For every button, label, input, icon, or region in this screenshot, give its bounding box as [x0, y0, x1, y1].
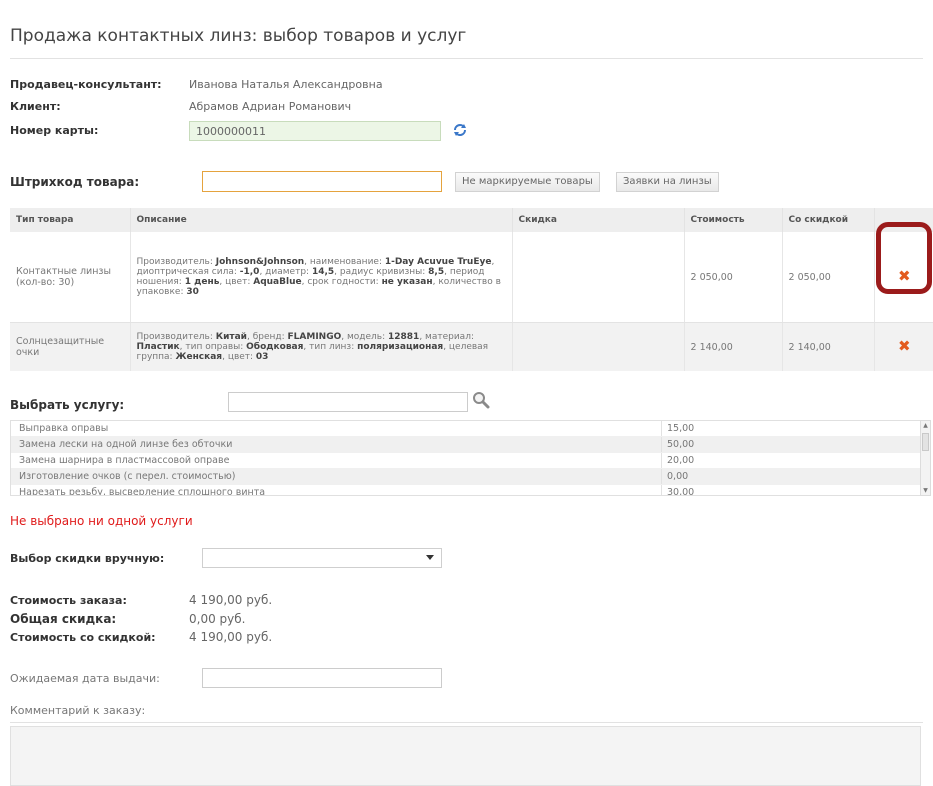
delivery-date-input[interactable] — [202, 668, 442, 688]
product-discounted-price: 2 050,00 — [782, 232, 875, 323]
card-number-field[interactable] — [189, 121, 441, 141]
card-label: Номер карты: — [10, 124, 99, 137]
product-price: 2 050,00 — [684, 232, 783, 323]
no-service-message: Не выбрано ни одной услуги — [10, 514, 193, 528]
comment-divider — [10, 722, 923, 723]
comment-label: Комментарий к заказу: — [10, 704, 146, 717]
service-name: Изготовление очков (с перел. стоимостью) — [19, 471, 236, 482]
product-description: Производитель: Китай, бренд: FLAMINGO, м… — [130, 322, 513, 371]
total-discount-value: 0,00 руб. — [189, 612, 246, 626]
product-discount — [512, 322, 685, 371]
product-price: 2 140,00 — [684, 322, 783, 371]
title-divider — [10, 58, 923, 59]
barcode-label: Штрихкод товара: — [10, 175, 140, 189]
service-price: 20,00 — [667, 455, 695, 466]
services-list: Выправка оправы 15,00 Замена лески на одн… — [10, 420, 920, 496]
product-description: Производитель: Johnson&Johnson, наименов… — [130, 232, 513, 323]
table-header-row: Тип товара Описание Скидка Стоимость Со … — [10, 208, 933, 232]
list-item[interactable]: Изготовление очков (с перел. стоимостью)… — [11, 469, 920, 485]
table-row: Контактные линзы (кол-во: 30) Производит… — [10, 232, 933, 323]
service-price: 30,00 — [667, 487, 695, 496]
discounted-cost-value: 4 190,00 руб. — [189, 630, 273, 644]
order-cost-label: Стоимость заказа: — [10, 594, 127, 607]
delete-highlight-frame — [876, 222, 932, 294]
total-discount-label: Общая скидка: — [10, 612, 117, 626]
product-type: Контактные линзы (кол-во: 30) — [10, 232, 131, 323]
service-search-input[interactable] — [228, 392, 468, 412]
services-scrollbar[interactable]: ▲ ▼ — [920, 420, 931, 496]
list-item[interactable]: Замена шарнира в пластмассовой оправе 20,… — [11, 453, 920, 469]
header-discount: Скидка — [512, 208, 685, 232]
service-name: Замена лески на одной линзе без обточки — [19, 439, 233, 450]
discount-select[interactable] — [202, 548, 442, 568]
seller-label: Продавец-консультант: — [10, 78, 162, 91]
scroll-down-icon[interactable]: ▼ — [921, 487, 930, 494]
delete-cross-icon[interactable]: ✖ — [898, 338, 911, 353]
client-label: Клиент: — [10, 100, 61, 113]
product-discount — [512, 232, 685, 323]
service-price: 15,00 — [667, 423, 695, 434]
discounted-cost-label: Стоимость со скидкой: — [10, 631, 156, 644]
service-price: 0,00 — [667, 471, 689, 482]
comment-textarea[interactable] — [10, 726, 921, 786]
product-type: Солнцезащитные очки — [10, 322, 131, 371]
list-item[interactable]: Нарезать резьбу, высверление сплошного в… — [11, 485, 920, 496]
delete-cell: ✖ — [874, 322, 933, 371]
service-price: 50,00 — [667, 439, 695, 450]
list-item[interactable]: Выправка оправы 15,00 — [11, 421, 920, 437]
service-label: Выбрать услугу: — [10, 398, 125, 412]
header-discounted: Со скидкой — [782, 208, 875, 232]
search-icon[interactable] — [472, 391, 490, 409]
lens-orders-button[interactable]: Заявки на линзы — [616, 172, 719, 192]
header-description: Описание — [130, 208, 513, 232]
table-row: Солнцезащитные очки Производитель: Китай… — [10, 322, 933, 371]
header-type: Тип товара — [10, 208, 131, 232]
page-title: Продажа контактных линз: выбор товаров и… — [10, 26, 467, 46]
seller-value: Иванова Наталья Александровна — [189, 78, 383, 91]
delivery-date-label: Ожидаемая дата выдачи: — [10, 672, 160, 685]
client-value: Абрамов Адриан Романович — [189, 100, 352, 113]
barcode-input[interactable] — [202, 171, 442, 192]
order-cost-value: 4 190,00 руб. — [189, 593, 273, 607]
scroll-thumb[interactable] — [922, 433, 929, 451]
service-name: Выправка оправы — [19, 423, 109, 434]
service-name: Нарезать резьбу, высверление сплошного в… — [19, 487, 266, 496]
products-table: Тип товара Описание Скидка Стоимость Со … — [10, 208, 933, 371]
list-item[interactable]: Замена лески на одной линзе без обточки 5… — [11, 437, 920, 453]
service-name: Замена шарнира в пластмассовой оправе — [19, 455, 230, 466]
unmarked-goods-button[interactable]: Не маркируемые товары — [455, 172, 600, 192]
product-discounted-price: 2 140,00 — [782, 322, 875, 371]
discount-label: Выбор скидки вручную: — [10, 552, 165, 565]
refresh-icon[interactable] — [452, 122, 468, 138]
chevron-down-icon — [426, 555, 434, 560]
scroll-up-icon[interactable]: ▲ — [921, 422, 930, 429]
header-price: Стоимость — [684, 208, 783, 232]
